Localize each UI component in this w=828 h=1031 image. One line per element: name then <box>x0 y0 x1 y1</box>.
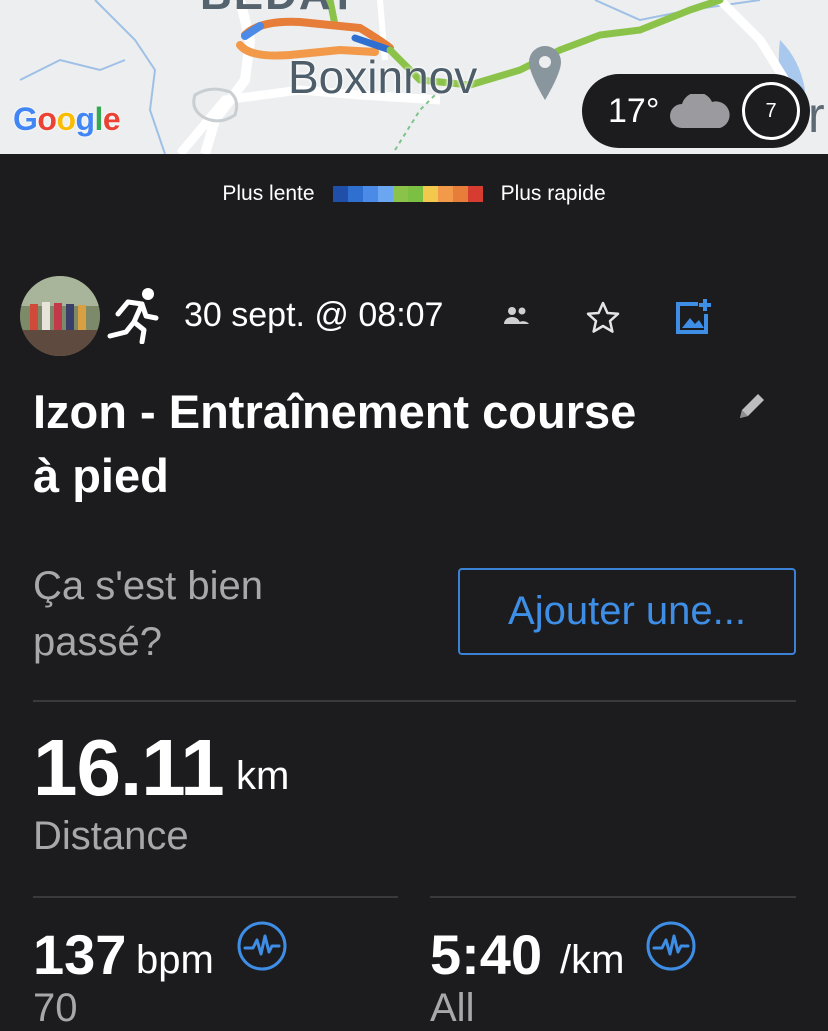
heart-rate-unit: bpm <box>136 938 214 982</box>
divider <box>33 700 796 702</box>
legend-swatch <box>452 186 468 202</box>
activity-datetime: 30 sept. @ 08:07 <box>184 296 444 334</box>
pace-sublabel: All <box>430 986 475 1030</box>
legend-gradient <box>332 186 483 202</box>
weather-temperature: 17° <box>608 92 660 130</box>
pace-legend: Plus lente Plus rapide <box>0 178 828 210</box>
legend-swatch <box>392 186 408 202</box>
wind-indicator: 7 <box>742 82 800 140</box>
feel-prompt: Ça s'est bien passé? <box>33 564 263 664</box>
legend-swatch <box>332 186 348 202</box>
wind-value: 7 <box>765 99 777 122</box>
google-logo: Google <box>13 101 121 137</box>
pace-unit: /km <box>560 938 625 982</box>
add-feeling-button[interactable]: Ajouter une... <box>458 568 796 655</box>
distance-value: 16.11 <box>33 723 225 812</box>
star-icon[interactable] <box>585 300 621 336</box>
divider <box>33 896 398 898</box>
heart-rate-value: 137 <box>33 923 127 986</box>
distance-label: Distance <box>33 814 189 858</box>
avatar-photo <box>20 276 100 356</box>
map-place-label: Boxinnov <box>288 51 478 103</box>
running-icon <box>107 288 159 344</box>
legend-slower-label: Plus lente <box>222 182 315 205</box>
distance-unit: km <box>236 754 290 798</box>
heart-rate-chart-icon[interactable] <box>236 920 288 972</box>
route-map[interactable]: BEDAT Boxinnov r Google 17° 7 <box>0 0 828 154</box>
legend-swatch <box>467 186 483 202</box>
map-town-label: BEDAT <box>200 0 358 20</box>
weather-badge[interactable]: 17° 7 <box>582 74 810 148</box>
legend-swatch <box>422 186 438 202</box>
divider <box>430 896 796 898</box>
legend-swatch <box>347 186 363 202</box>
edit-pencil-icon[interactable] <box>736 390 768 422</box>
legend-faster-label: Plus rapide <box>500 182 606 205</box>
legend-swatch <box>362 186 378 202</box>
legend-swatch <box>407 186 423 202</box>
cloud-icon <box>670 94 730 128</box>
heart-rate-sublabel: 70 <box>33 986 78 1030</box>
activity-title: Izon - Entraînement course à pied <box>33 385 637 502</box>
group-icon[interactable] <box>502 304 530 328</box>
pace-value: 5:40 <box>430 923 543 986</box>
avatar[interactable] <box>20 276 100 356</box>
pace-chart-icon[interactable] <box>645 920 697 972</box>
legend-swatch <box>437 186 453 202</box>
legend-swatch <box>377 186 393 202</box>
add-photo-icon[interactable] <box>674 298 712 336</box>
map-edge-label: r <box>808 87 825 143</box>
